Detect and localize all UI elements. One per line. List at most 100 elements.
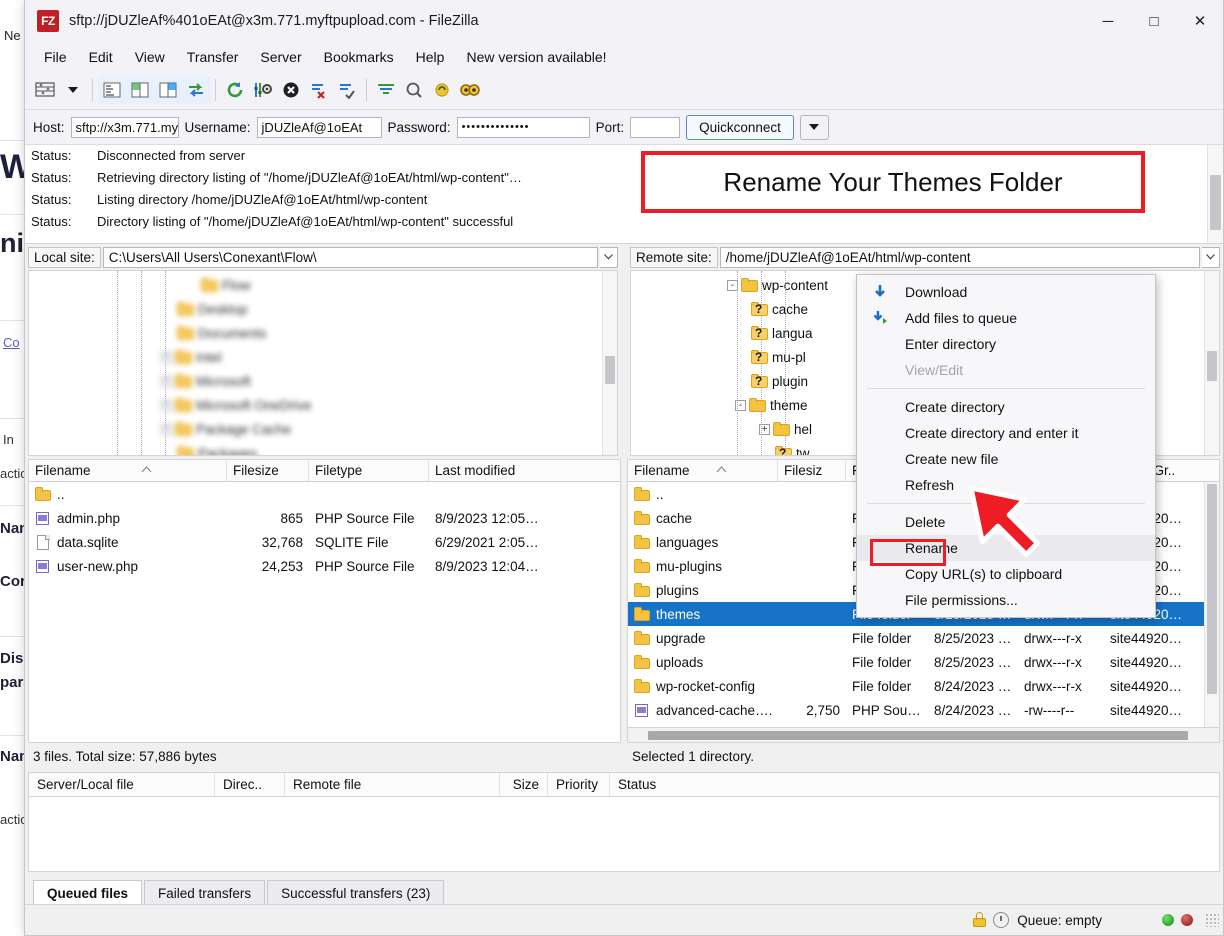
toggle-local-tree-icon[interactable]	[126, 76, 154, 104]
site-manager-dropdown-icon[interactable]	[59, 76, 87, 104]
remote-col-filesize[interactable]: Filesiz	[778, 460, 846, 481]
queue-col-priority[interactable]: Priority	[548, 773, 610, 796]
local-col-filetype[interactable]: Filetype	[309, 460, 429, 481]
toggle-remote-tree-icon[interactable]	[154, 76, 182, 104]
table-row[interactable]: user-new.php 24,253 PHP Source File 8/9/…	[29, 554, 620, 578]
folder-icon	[634, 606, 651, 622]
context-menu-item-download[interactable]: Download	[857, 279, 1155, 305]
context-menu-item-enter-directory[interactable]: Enter directory	[857, 331, 1155, 357]
filter-icon[interactable]	[372, 76, 400, 104]
local-site-input[interactable]: C:\Users\All Users\Conexant\Flow\	[102, 246, 598, 268]
menu-help[interactable]: Help	[405, 46, 456, 68]
table-row[interactable]: ..	[29, 482, 620, 506]
toggle-message-log-icon[interactable]	[98, 76, 126, 104]
remote-list-scrollbar-thumb[interactable]	[1207, 484, 1217, 694]
local-file-list[interactable]: .. admin.php 865 PHP Source File 8/9/202…	[28, 482, 621, 743]
minimize-button[interactable]: ─	[1085, 0, 1131, 42]
expander-icon[interactable]: +	[161, 351, 172, 363]
password-input[interactable]: ••••••••••••••	[456, 116, 590, 138]
log-scrollbar[interactable]	[1207, 145, 1223, 243]
log-scrollbar-thumb[interactable]	[1210, 175, 1221, 230]
compare-icon[interactable]	[400, 76, 428, 104]
remote-col-filename[interactable]: Filename	[628, 460, 778, 481]
username-input[interactable]: jDUZleAf@1oEAt	[256, 116, 382, 138]
local-tree-row: Desktop	[29, 297, 617, 321]
local-col-filename[interactable]: Filename	[29, 460, 227, 481]
remote-list-scrollbar[interactable]	[1204, 482, 1219, 727]
remote-site-chevron-down-icon[interactable]	[1202, 246, 1220, 268]
expander-icon[interactable]: +	[161, 423, 172, 435]
title-bar: sftp://jDUZleAf%401oEAt@x3m.771.myftpupl…	[25, 0, 1223, 42]
queue-col-serverlocal[interactable]: Server/Local file	[29, 773, 215, 796]
port-input[interactable]	[630, 116, 681, 138]
menu-new-version-available[interactable]: New version available!	[455, 46, 617, 68]
local-tree-label: Package Cache	[196, 421, 292, 437]
expander-icon[interactable]: +	[161, 399, 172, 411]
menu-server[interactable]: Server	[249, 46, 312, 68]
local-file-size: 24,253	[261, 558, 303, 574]
queue-body[interactable]	[28, 797, 1220, 872]
context-menu-item-create-directory[interactable]: Create directory	[857, 394, 1155, 420]
host-label: Host:	[33, 119, 65, 135]
reconnect-icon[interactable]	[333, 76, 361, 104]
menu-edit[interactable]: Edit	[78, 46, 124, 68]
tab-failed-transfers[interactable]: Failed transfers	[144, 880, 266, 905]
table-row[interactable]: advanced-cache…. 2,750 PHP Sou… 8/24/202…	[628, 698, 1219, 722]
tab-successful-transfers[interactable]: Successful transfers (23)	[267, 880, 445, 905]
chevron-down-icon[interactable]	[799, 114, 829, 140]
local-directory-tree[interactable]: Flow Desktop Documents + Intel + Microsoft…	[28, 270, 618, 456]
remote-tree-scrollbar[interactable]	[1204, 271, 1219, 455]
process-queue-icon[interactable]	[249, 76, 277, 104]
quickconnect-button[interactable]: Quickconnect	[686, 114, 794, 140]
close-button[interactable]: ✕	[1177, 0, 1223, 42]
local-tree-scrollbar[interactable]	[602, 271, 617, 455]
maximize-button[interactable]: □	[1131, 0, 1177, 42]
menu-file[interactable]: File	[33, 46, 78, 68]
folder-icon	[634, 630, 651, 646]
expander-icon[interactable]: +	[161, 375, 172, 387]
remote-list-hscrollbar[interactable]	[627, 728, 1220, 743]
queue-col-size[interactable]: Size	[500, 773, 548, 796]
table-row[interactable]: data.sqlite 32,768 SQLITE File 6/29/2021…	[29, 530, 620, 554]
search-icon[interactable]	[456, 76, 484, 104]
queue-col-direction[interactable]: Direc..	[215, 773, 285, 796]
log-text-1: Retrieving directory listing of "/home/j…	[97, 170, 522, 185]
sync-browsing-icon[interactable]	[428, 76, 456, 104]
context-menu-label: Add files to queue	[905, 310, 1018, 326]
menu-bookmarks[interactable]: Bookmarks	[313, 46, 405, 68]
queue-col-remotefile[interactable]: Remote file	[285, 773, 500, 796]
remote-list-hscrollbar-thumb[interactable]	[648, 731, 1188, 740]
folder-icon	[773, 422, 790, 436]
context-menu-separator	[867, 388, 1145, 389]
table-row[interactable]: admin.php 865 PHP Source File 8/9/2023 1…	[29, 506, 620, 530]
toggle-transfer-queue-icon[interactable]	[182, 76, 210, 104]
table-row[interactable]: wp-rocket-config File folder 8/24/2023 ……	[628, 674, 1219, 698]
context-menu-item-file-permissions[interactable]: File permissions...	[857, 587, 1155, 613]
remote-site-input[interactable]: /home/jDUZleAf@1oEAt/html/wp-content	[719, 246, 1200, 268]
local-col-lastmodified[interactable]: Last modified	[429, 460, 589, 481]
context-menu-item-add-files-to-queue[interactable]: Add files to queue	[857, 305, 1155, 331]
context-menu-item-create-directory-and-enter[interactable]: Create directory and enter it	[857, 420, 1155, 446]
host-input[interactable]: sftp://x3m.771.my	[70, 116, 179, 138]
resize-grip-icon[interactable]	[1205, 913, 1219, 927]
local-site-bar: Local site: C:\Users\All Users\Conexant\…	[25, 244, 621, 270]
menu-transfer[interactable]: Transfer	[176, 46, 250, 68]
table-row[interactable]: upgrade File folder 8/25/2023 … drwx---r…	[628, 626, 1219, 650]
folder-icon	[634, 678, 651, 694]
remote-file-perms: drwx---r-x	[1024, 678, 1082, 694]
refresh-icon[interactable]	[221, 76, 249, 104]
local-tree-scrollbar-thumb[interactable]	[605, 356, 615, 384]
context-menu-item-create-new-file[interactable]: Create new file	[857, 446, 1155, 472]
remote-tree-scrollbar-thumb[interactable]	[1207, 351, 1217, 381]
table-row[interactable]: uploads File folder 8/25/2023 … drwx---r…	[628, 650, 1219, 674]
local-site-chevron-down-icon[interactable]	[600, 246, 618, 268]
tab-queued-files[interactable]: Queued files	[33, 880, 143, 906]
queue-col-status[interactable]: Status	[610, 773, 740, 796]
site-manager-icon[interactable]	[31, 76, 59, 104]
local-col-filesize[interactable]: Filesize	[227, 460, 309, 481]
cancel-icon[interactable]	[277, 76, 305, 104]
remote-tree-label: hel	[794, 421, 813, 437]
menu-view[interactable]: View	[124, 46, 176, 68]
remote-file-name: themes	[656, 606, 701, 622]
disconnect-icon[interactable]	[305, 76, 333, 104]
